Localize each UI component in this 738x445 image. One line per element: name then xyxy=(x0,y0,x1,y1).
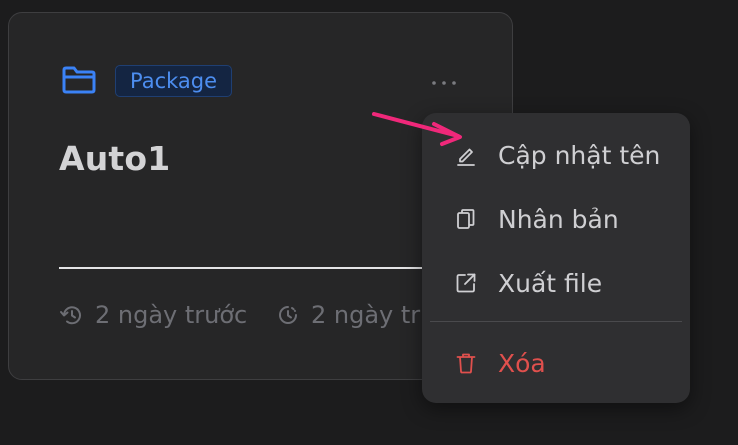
delete-menu-item[interactable]: Xóa xyxy=(422,335,690,391)
updated-time-label: 2 ngày trước xyxy=(311,301,425,329)
duplicate-menu-item[interactable]: Nhân bản xyxy=(422,191,690,247)
export-menu-item[interactable]: Xuất file xyxy=(422,255,690,311)
annotation-arrow-icon xyxy=(372,112,462,146)
delete-label: Xóa xyxy=(498,348,546,378)
copy-icon xyxy=(457,209,475,229)
menu-divider xyxy=(430,321,682,322)
card-title: Auto1 xyxy=(59,139,171,178)
more-options-icon[interactable] xyxy=(429,73,459,93)
trash-icon xyxy=(456,353,476,374)
created-time-label: 2 ngày trước xyxy=(95,301,248,329)
updated-time: 2 ngày trước xyxy=(275,299,425,331)
clock-update-icon xyxy=(279,306,297,324)
context-menu: Cập nhật tên Nhân bản Xuất file Xóa xyxy=(422,113,690,403)
created-time: 2 ngày trước xyxy=(59,299,247,331)
external-link-icon xyxy=(456,273,476,293)
duplicate-label: Nhân bản xyxy=(498,204,619,234)
export-label: Xuất file xyxy=(498,268,603,298)
screen: Package Auto1 2 ngày trước 2 ngày trước xyxy=(0,0,738,445)
folder-icon xyxy=(62,66,96,94)
type-badge: Package xyxy=(115,65,233,97)
history-icon xyxy=(60,306,81,325)
card-divider xyxy=(59,267,449,269)
rename-label: Cập nhật tên xyxy=(498,140,661,170)
